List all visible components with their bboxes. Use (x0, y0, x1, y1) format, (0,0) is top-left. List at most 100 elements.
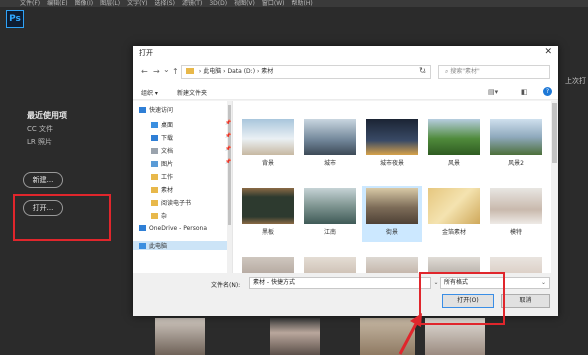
file-tile[interactable]: 城市 (300, 117, 360, 173)
folder-icon (151, 200, 158, 206)
nav-item[interactable]: 素材 (151, 185, 173, 194)
new-folder-button[interactable]: 新建文件夹 (177, 88, 207, 97)
nav-item[interactable]: 文档 📌 (151, 146, 231, 155)
recent-locations-chevron-icon[interactable]: ⌄ (163, 65, 170, 74)
navigation-pane: 快速访问桌面 📌 下载 📌 文档 📌 图片 📌 工作素材阅读电子书杂 OneDrive - Per… (133, 101, 233, 273)
nav-item-label: 杂 (161, 213, 168, 220)
nav-item-label: 此电脑 (149, 243, 168, 250)
file-list-scrollbar[interactable] (551, 101, 558, 273)
file-thumbnail (304, 119, 356, 155)
file-thumbnail (366, 257, 418, 273)
file-tile[interactable] (300, 255, 360, 273)
recent-items-title[interactable]: 最近使用项 (27, 110, 67, 121)
lr-photos-link[interactable]: LR 照片 (27, 137, 52, 147)
nav-item-label: 快速访问 (149, 107, 174, 114)
nav-item-label: 素材 (161, 187, 174, 194)
file-name: 城市夜景 (379, 160, 404, 167)
highlight-box-open (13, 194, 111, 241)
file-thumbnail (490, 188, 542, 224)
file-thumbnail (242, 257, 294, 273)
new-button[interactable]: 新建... (23, 172, 63, 188)
nav-item-label: OneDrive - Persona (149, 225, 208, 232)
file-name: 城市 (323, 160, 336, 167)
nav-item[interactable]: 此电脑 (133, 241, 227, 250)
file-name: 风景2 (508, 160, 524, 167)
file-name: 金箔素材 (441, 229, 466, 236)
menu-item[interactable]: 帮助(H) (292, 0, 313, 7)
address-bar[interactable]: › 此电脑 › Data (D:) › 素材 ⌄ (181, 65, 431, 79)
menu-item[interactable]: 编辑(E) (47, 0, 67, 7)
organize-menu[interactable]: 组织 ▾ (141, 88, 158, 97)
cc-files-link[interactable]: CC 文件 (27, 124, 53, 134)
scrollbar-thumb[interactable] (552, 103, 557, 163)
pin-icon: 📌 (225, 120, 232, 126)
file-tile[interactable] (362, 255, 422, 273)
help-icon[interactable]: ? (543, 87, 552, 96)
file-tile[interactable]: 风景 (424, 117, 484, 173)
search-input[interactable]: ⌕ 搜索"素材" (438, 65, 550, 79)
file-tile[interactable] (238, 255, 298, 273)
filename-label: 文件名(N): (211, 282, 241, 289)
nav-item[interactable]: 阅读电子书 (151, 198, 191, 207)
menu-item[interactable]: 滤镜(T) (182, 0, 202, 7)
folder-icon (151, 187, 158, 193)
menu-item[interactable]: 图层(L) (100, 0, 120, 7)
refresh-icon[interactable]: ↻ (419, 66, 426, 75)
breadcrumb-this-pc[interactable]: 此电脑 (203, 68, 221, 75)
file-tile[interactable] (486, 255, 546, 273)
menu-item[interactable]: 图像(I) (75, 0, 93, 7)
file-list: 背景 城市 城市夜景 风景 风景2 黑板 江南 街景 金箔素材 模特 (233, 101, 558, 273)
file-tile[interactable]: 黑板 (238, 186, 298, 242)
menu-item[interactable]: 选择(S) (154, 0, 175, 7)
filename-input[interactable]: 素材 - 快捷方式 (249, 277, 431, 289)
file-tile[interactable]: 金箔素材 (424, 186, 484, 242)
up-arrow-icon[interactable]: ↑ (172, 67, 179, 76)
view-options-icon[interactable]: ▤▾ (488, 88, 498, 96)
document-icon (151, 148, 158, 154)
pin-icon: 📌 (225, 133, 232, 139)
file-tile[interactable]: 城市夜景 (362, 117, 422, 173)
menu-item[interactable]: 视图(V) (234, 0, 255, 7)
background-thumbnail (155, 318, 205, 355)
last-opened-hint: 上次打 (565, 77, 586, 85)
file-tile[interactable]: 江南 (300, 186, 360, 242)
highlight-box-dialog-open (419, 272, 505, 325)
breadcrumb-folder[interactable]: 素材 (261, 68, 273, 75)
file-tile[interactable]: 风景2 (486, 117, 546, 173)
nav-item-label: 阅读电子书 (161, 200, 192, 207)
menu-item[interactable]: 文字(Y) (127, 0, 147, 7)
close-icon[interactable]: ✕ (544, 47, 552, 57)
file-tile[interactable]: 背景 (238, 117, 298, 173)
pointer-arrow-icon (398, 313, 422, 355)
nav-item[interactable]: 快速访问 (139, 105, 173, 114)
menu-item[interactable]: 窗口(W) (262, 0, 285, 7)
nav-item[interactable]: OneDrive - Persona (139, 225, 207, 232)
preview-pane-icon[interactable]: ◧ (521, 88, 528, 96)
dialog-titlebar: 打开 ✕ (133, 46, 558, 60)
folder-icon (151, 213, 158, 219)
nav-item[interactable]: 工作 (151, 172, 173, 181)
breadcrumb-drive[interactable]: Data (D:) (227, 68, 255, 75)
file-thumbnail (366, 119, 418, 155)
dialog-cancel-button[interactable]: 取消 (501, 294, 550, 308)
menu-item[interactable]: 文件(F) (20, 0, 40, 7)
file-tile[interactable]: 模特 (486, 186, 546, 242)
file-tile[interactable] (424, 255, 484, 273)
file-thumbnail (428, 119, 480, 155)
picture-icon (151, 161, 158, 167)
file-name: 黑板 (261, 229, 274, 236)
forward-arrow-icon[interactable]: → (153, 67, 160, 76)
nav-pane-scrollbar[interactable] (227, 101, 232, 273)
file-thumbnail (428, 188, 480, 224)
nav-item[interactable]: 图片 📌 (151, 159, 231, 168)
menu-item[interactable]: 3D(D) (209, 0, 227, 7)
download-icon (151, 135, 158, 141)
file-tile[interactable]: 街景 (362, 186, 422, 242)
nav-item[interactable]: 桌面 📌 (151, 120, 231, 129)
chevron-down-icon: ⌄ (540, 279, 546, 286)
file-thumbnail (242, 188, 294, 224)
nav-item[interactable]: 下载 📌 (151, 133, 231, 142)
nav-item-label: 工作 (161, 174, 174, 181)
back-arrow-icon[interactable]: ← (141, 67, 148, 76)
nav-item[interactable]: 杂 (151, 211, 167, 220)
